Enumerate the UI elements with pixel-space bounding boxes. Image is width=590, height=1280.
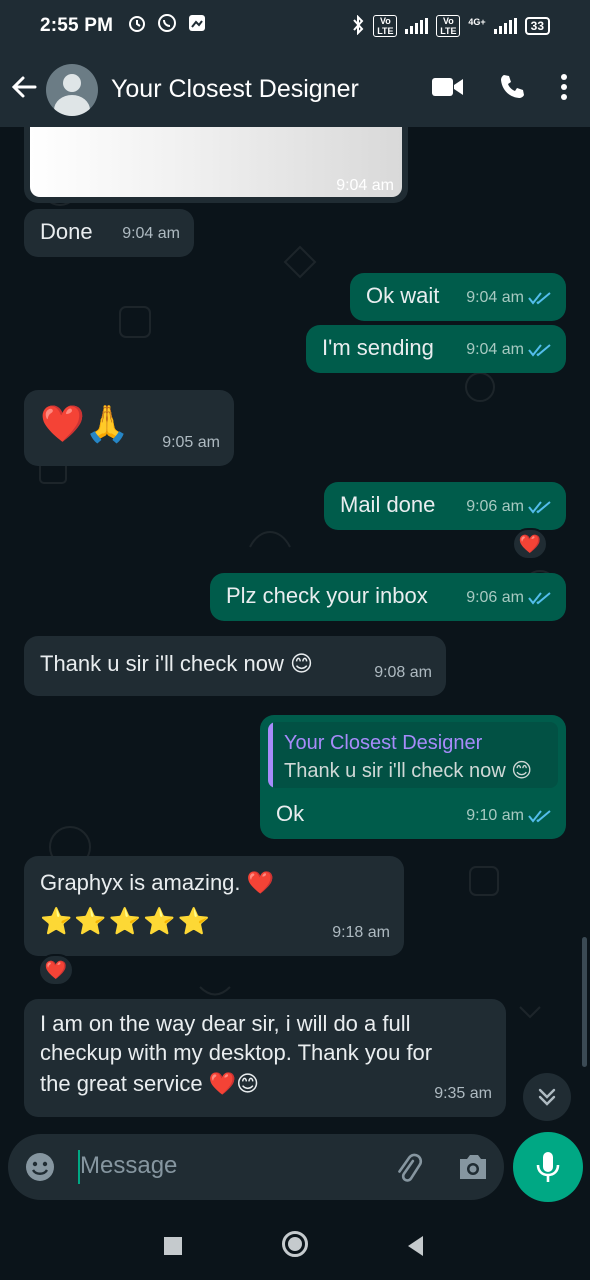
message-time: 9:08 am <box>374 664 432 681</box>
volte-badge-1: Vo LTE <box>373 15 398 37</box>
heart-reaction: ❤️ <box>44 959 68 980</box>
quoted-sender: Your Closest Designer <box>284 732 483 754</box>
message-incoming[interactable]: ❤️🙏 9:05 am <box>24 390 234 466</box>
message-text: ❤️🙏 <box>40 403 130 444</box>
message-text: Thank u sir i'll check now 😊 <box>40 651 313 676</box>
message-text-line: checkup with my desktop. Thank you for <box>40 1040 433 1065</box>
message-text-line: Graphyx is amazing. ❤️ <box>40 870 275 895</box>
message-outgoing-reply[interactable]: Your Closest Designer Thank u sir i'll c… <box>260 715 566 839</box>
message-text-line: I am on the way dear sir, i will do a fu… <box>40 1011 411 1036</box>
message-outgoing[interactable]: Mail done 9:06 am <box>324 482 566 530</box>
video-call-icon[interactable] <box>432 76 464 103</box>
alarm-icon <box>127 13 147 39</box>
message-outgoing[interactable]: Ok wait 9:04 am <box>350 273 566 321</box>
system-nav-bar <box>0 1212 590 1280</box>
message-time: 9:06 am <box>466 589 524 606</box>
message-text: Ok wait <box>366 283 440 308</box>
status-left-icons <box>127 13 207 39</box>
message-text: Mail done <box>340 492 436 517</box>
message-time: 9:06 am <box>466 498 524 515</box>
message-time: 9:10 am <box>466 807 524 824</box>
message-time: 9:04 am <box>122 225 180 242</box>
read-receipt-icon <box>528 501 551 514</box>
contact-name[interactable]: Your Closest Designer <box>111 75 359 104</box>
message-stars: ⭐⭐⭐⭐⭐ <box>40 906 212 936</box>
input-bar: Message <box>0 1127 590 1212</box>
voice-call-icon[interactable] <box>498 73 526 106</box>
signal-icon <box>405 18 429 34</box>
heart-reaction: ❤️ <box>518 533 542 554</box>
message-text: Done <box>40 219 93 244</box>
message-time: 9:04 am <box>336 177 394 194</box>
message-incoming[interactable]: I am on the way dear sir, i will do a fu… <box>24 999 506 1117</box>
recents-icon[interactable] <box>163 1236 183 1261</box>
volte-badge-2: Vo LTE <box>436 15 461 37</box>
home-icon[interactable] <box>281 1230 309 1263</box>
read-receipt-icon <box>528 810 551 823</box>
signal-icon-2 <box>493 18 517 34</box>
bluetooth-icon <box>351 14 365 38</box>
whatsapp-icon <box>157 13 177 39</box>
message-time: 9:04 am <box>466 341 524 358</box>
message-outgoing[interactable]: Plz check your inbox 9:06 am <box>210 573 566 621</box>
status-time: 2:55 PM <box>40 15 114 36</box>
chat-area[interactable]: 9:04 am Done 9:04 am Ok wait 9:04 am I'm… <box>0 127 590 1127</box>
message-incoming[interactable]: Thank u sir i'll check now 😊 9:08 am <box>24 636 446 696</box>
battery-icon: 33 <box>524 17 550 35</box>
emoji-icon[interactable] <box>24 1151 56 1188</box>
message-incoming[interactable]: Graphyx is amazing. ❤️ ⭐⭐⭐⭐⭐ 9:18 am <box>24 856 404 956</box>
scrollbar[interactable] <box>582 937 587 1067</box>
message-text: Ok <box>276 801 305 826</box>
camera-icon[interactable] <box>456 1152 490 1187</box>
read-receipt-icon <box>528 344 551 357</box>
read-receipt-icon <box>528 592 551 605</box>
back-arrow-icon[interactable] <box>0 73 38 106</box>
quoted-text: Thank u sir i'll check now 😊 <box>284 760 533 782</box>
more-vert-icon[interactable] <box>560 73 568 106</box>
reaction-badge[interactable]: ❤️ <box>38 954 74 986</box>
scroll-to-bottom-button[interactable] <box>523 1073 571 1121</box>
message-text-line: the great service ❤️😊 <box>40 1071 260 1096</box>
avatar[interactable] <box>46 63 98 116</box>
image-message[interactable]: 9:04 am <box>24 127 408 203</box>
chat-header: Your Closest Designer <box>0 52 590 127</box>
message-time: 9:05 am <box>162 434 220 451</box>
back-icon[interactable] <box>405 1234 425 1263</box>
message-time: 9:35 am <box>434 1085 492 1102</box>
message-placeholder: Message <box>80 1152 178 1179</box>
double-chevron-down-icon <box>538 1088 556 1106</box>
read-receipt-icon <box>528 292 551 305</box>
message-time: 9:18 am <box>332 924 390 941</box>
status-right-icons: Vo LTE Vo LTE 4G+ 33 <box>351 14 550 38</box>
status-bar: 2:55 PM Vo LTE Vo LTE 4G+ 33 <box>0 0 590 52</box>
message-text: Plz check your inbox <box>226 583 428 608</box>
network-type: 4G+ <box>468 16 486 27</box>
gallery-icon <box>187 13 207 39</box>
message-outgoing[interactable]: I'm sending 9:04 am <box>306 325 566 373</box>
message-time: 9:04 am <box>466 289 524 306</box>
attach-icon[interactable] <box>392 1152 424 1189</box>
reaction-badge[interactable]: ❤️ <box>512 528 548 560</box>
mic-button[interactable] <box>513 1132 583 1202</box>
message-incoming[interactable]: Done 9:04 am <box>24 209 194 257</box>
message-text: I'm sending <box>322 335 434 360</box>
quoted-message[interactable]: Your Closest Designer Thank u sir i'll c… <box>268 722 558 788</box>
message-input[interactable]: Message <box>8 1134 504 1200</box>
mic-icon <box>536 1152 560 1182</box>
